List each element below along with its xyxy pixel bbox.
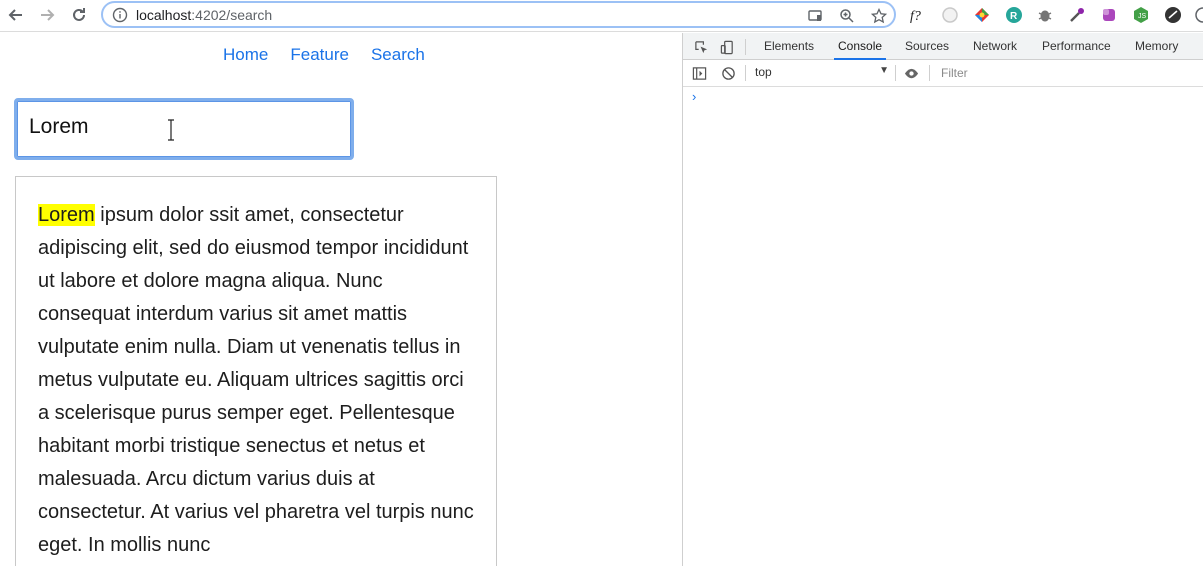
bug-extension-icon[interactable] [1035,5,1055,25]
device-toolbar-icon[interactable] [718,38,736,56]
search-input[interactable] [29,115,329,139]
dropdown-arrow-icon: ▼ [879,65,889,76]
main-nav: Home Feature Search [223,45,425,65]
paint-extension-icon[interactable] [1099,5,1119,25]
menu-dots-icon[interactable] [1193,5,1203,25]
timer-extension-icon[interactable] [940,5,960,25]
context-value: top [755,65,772,79]
devtools-tabbar: Elements Console Sources Network Perform… [683,33,1203,60]
toolbar-separator-3 [929,65,930,81]
bookmark-star-icon[interactable] [870,7,888,25]
clear-console-icon[interactable] [719,64,737,82]
back-arrow-icon[interactable] [4,4,28,26]
toolbar-separator [745,65,746,81]
cast-icon[interactable] [806,7,824,25]
nav-link-search[interactable]: Search [371,45,425,65]
highlighted-match: Lorem [38,204,95,226]
url-text: localhost:4202/search [136,7,272,23]
node-extension-icon[interactable]: JS [1131,5,1151,25]
console-prompt[interactable]: › [692,89,696,104]
forward-arrow-icon[interactable] [35,4,59,26]
page-viewport: Home Feature Search Lorem ipsum dolor ss… [0,33,682,566]
zoom-icon[interactable] [838,7,856,25]
eyedropper-extension-icon[interactable] [1067,5,1087,25]
result-text-body: ipsum dolor ssit amet, consectetur adipi… [38,204,474,556]
nav-link-feature[interactable]: Feature [290,45,349,65]
info-icon[interactable] [112,7,128,23]
inspect-element-icon[interactable] [692,38,710,56]
text-cursor-icon [166,119,176,141]
redux-extension-icon[interactable]: R [1004,5,1024,25]
tab-network[interactable]: Network [969,33,1021,60]
devtools-panel: Elements Console Sources Network Perform… [682,33,1203,566]
toolbar-separator-2 [895,65,896,81]
svg-text:f?: f? [910,9,921,24]
url-path: :4202/search [191,7,273,23]
tab-sources[interactable]: Sources [901,33,953,60]
font-extension-icon[interactable]: f? [908,5,928,25]
tab-memory[interactable]: Memory [1131,33,1182,60]
search-result-box: Lorem ipsum dolor ssit amet, consectetur… [15,176,497,566]
eye-icon[interactable] [902,64,920,82]
console-toolbar: top ▼ Filter [683,60,1203,87]
search-field[interactable] [14,98,354,160]
tab-console[interactable]: Console [834,33,887,60]
svg-text:JS: JS [1138,13,1147,20]
tabbar-separator [745,39,746,55]
url-host: localhost [136,7,192,23]
address-bar[interactable]: localhost:4202/search [101,1,896,28]
nav-link-home[interactable]: Home [223,45,268,65]
angular-extension-icon[interactable] [1163,5,1183,25]
color-picker-extension-icon[interactable] [972,5,992,25]
context-selector[interactable]: top ▼ [755,65,889,82]
tab-performance[interactable]: Performance [1038,33,1115,60]
browser-toolbar: localhost:4202/search f? R JS [0,0,1203,32]
filter-input[interactable]: Filter [941,66,968,80]
tab-elements[interactable]: Elements [760,33,818,60]
result-paragraph: Lorem ipsum dolor ssit amet, consectetur… [38,199,478,562]
svg-text:R: R [1010,11,1018,22]
reload-icon[interactable] [67,4,91,26]
sidebar-toggle-icon[interactable] [690,64,708,82]
